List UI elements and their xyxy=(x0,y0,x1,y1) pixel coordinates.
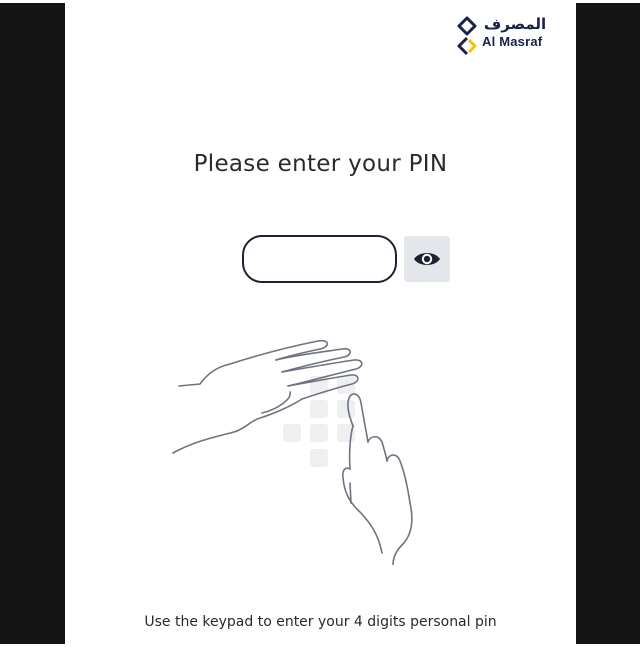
flat-hand-drawing xyxy=(172,339,363,454)
right-letterbox xyxy=(576,3,640,644)
pointing-hand-drawing xyxy=(342,393,413,565)
logo-mark-icon xyxy=(457,16,477,56)
screen: المصرف Al Masraf Please enter your PIN U… xyxy=(0,0,641,647)
eye-icon xyxy=(414,253,440,265)
brand-logo: المصرف Al Masraf xyxy=(454,14,554,58)
pin-input[interactable] xyxy=(242,235,397,283)
pin-instruction-text: Use the keypad to enter your 4 digits pe… xyxy=(144,614,497,630)
toggle-pin-visibility-button[interactable] xyxy=(404,236,450,282)
page-title: Please enter your PIN xyxy=(193,151,448,177)
logo-english-text: Al Masraf xyxy=(482,34,543,49)
hands-keypad-illustration xyxy=(172,339,413,565)
keypad-illustration-keys xyxy=(283,376,355,467)
pin-entry-panel: المصرف Al Masraf Please enter your PIN U… xyxy=(65,3,576,644)
left-letterbox xyxy=(0,3,65,644)
logo-arabic-text: المصرف xyxy=(483,15,547,33)
